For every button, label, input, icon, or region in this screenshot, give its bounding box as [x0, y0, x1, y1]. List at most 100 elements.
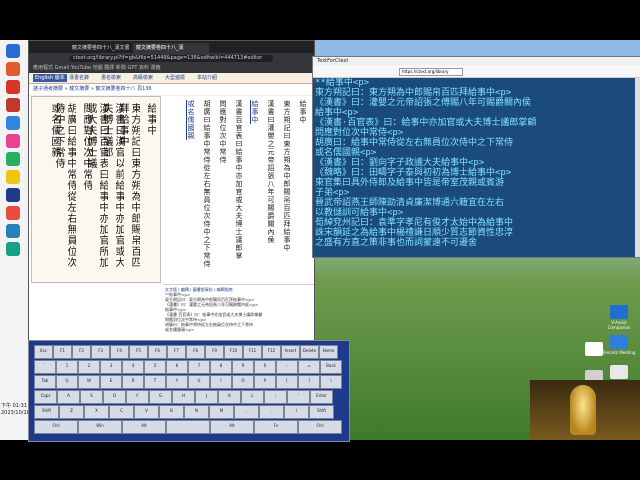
site-nav-item[interactable]: 書名檢索 [101, 74, 121, 82]
chrome-icon[interactable] [6, 152, 20, 166]
keyboard-key[interactable]: Back [320, 360, 342, 374]
keyboard-key[interactable]: W [78, 375, 100, 389]
breadcrumb-text[interactable]: 諸子通考摘要 » 龍文摘要 » 龍文摘要卷四十八 頁136 [33, 86, 152, 92]
keyboard-key[interactable]: S [80, 390, 103, 404]
keyboard-key[interactable]: E [100, 375, 122, 389]
keyboard-key[interactable]: Y [166, 375, 188, 389]
keyboard-key[interactable]: Z [59, 405, 84, 419]
keyboard-key[interactable]: F8 [186, 345, 205, 359]
keyboard-key[interactable]: ; [264, 390, 287, 404]
keyboard-key[interactable]: Enter [310, 390, 333, 404]
keyboard-key[interactable]: . [259, 405, 284, 419]
keyboard-key[interactable]: K [218, 390, 241, 404]
keyboard-key[interactable]: F9 [205, 345, 224, 359]
keyboard-key[interactable]: C [109, 405, 134, 419]
keyboard-key[interactable]: T [144, 375, 166, 389]
keyboard-key[interactable]: L [241, 390, 264, 404]
keyboard-key[interactable]: U [188, 375, 210, 389]
app-icon[interactable] [6, 62, 20, 76]
keyboard-key[interactable]: Fn [254, 420, 298, 434]
editor-line[interactable]: 子弟<p> [315, 188, 637, 198]
app-icon[interactable] [6, 116, 20, 130]
keyboard-key[interactable]: 2 [78, 360, 100, 374]
keyboard-key[interactable]: Ctrl [34, 420, 78, 434]
keyboard-key[interactable]: \ [320, 375, 342, 389]
keyboard-key[interactable]: ' [287, 390, 310, 404]
keyboard-key[interactable]: Home [319, 345, 338, 359]
keyboard-key[interactable]: 9 [232, 360, 254, 374]
editor-line[interactable]: 《漢書》曰：灌嬰之元帝詔張之傅賜八年可賜爵關內侯 [315, 98, 637, 108]
keyboard-key[interactable]: Insert [281, 345, 300, 359]
keyboard-key[interactable]: F6 [148, 345, 167, 359]
keyboard-key[interactable]: H [172, 390, 195, 404]
keyboard-key[interactable]: / [284, 405, 309, 419]
keyboard-key[interactable]: F5 [129, 345, 148, 359]
keyboard-key[interactable]: Alt [210, 420, 254, 434]
app-icon[interactable] [6, 188, 20, 202]
editor-line[interactable]: **給事中<p> [315, 78, 637, 88]
keyboard-key[interactable]: V [134, 405, 159, 419]
keyboard-key[interactable]: G [149, 390, 172, 404]
start-icon[interactable] [6, 44, 20, 58]
keyboard-key[interactable]: 8 [210, 360, 232, 374]
keyboard-key[interactable]: X [84, 405, 109, 419]
desktop-icon-label[interactable]: Tencent Meeting [602, 350, 636, 355]
editor-line[interactable]: 問應對位次中常侍<p> [315, 128, 637, 138]
keyboard-key[interactable]: F2 [72, 345, 91, 359]
keyboard-key[interactable]: Tab [34, 375, 56, 389]
keyboard-key[interactable]: Esc [34, 345, 53, 359]
keyboard-key[interactable]: P [254, 375, 276, 389]
app-icon[interactable] [6, 134, 20, 148]
keyboard-key[interactable]: 3 [100, 360, 122, 374]
keyboard-key[interactable]: [ [276, 375, 298, 389]
address-bar[interactable]: ctext.org/library.pl?if=gb&file=51449&pa… [69, 55, 273, 62]
app-icon[interactable] [6, 224, 20, 238]
editor-line[interactable]: 荀綽兗州記曰：袁準字孝尼有俊才太始中為給事中 [315, 218, 637, 228]
editor-line[interactable]: 給事中<p> [315, 108, 637, 118]
site-nav-english[interactable]: English 版本 [33, 74, 67, 82]
transcript-column[interactable]: 或名儒國親 [186, 100, 195, 275]
keyboard-key[interactable]: F1 [53, 345, 72, 359]
editor-textarea[interactable]: **給事中<p> 東方朔記曰：東方朔為中郎賜帛百匹拜給事中<p> 《漢書》曰：灌嬰之… [313, 78, 637, 257]
editor-line[interactable]: 《漢書》曰：劉向字子政議大夫給事中<p> [315, 158, 637, 168]
keyboard-key[interactable] [166, 420, 210, 434]
folder-icon[interactable] [6, 170, 20, 184]
clock-date[interactable]: 2023/10/18 [1, 410, 30, 416]
keyboard-key[interactable]: J [195, 390, 218, 404]
keyboard-key[interactable]: I [210, 375, 232, 389]
keyboard-key[interactable]: ] [298, 375, 320, 389]
transcript-column[interactable]: 給事中 [250, 100, 259, 275]
keyboard-key[interactable]: F11 [243, 345, 262, 359]
keyboard-key[interactable]: 1 [56, 360, 78, 374]
site-nav-item[interactable]: 高級檢索 [133, 74, 153, 82]
keyboard-key[interactable]: Shift [34, 405, 59, 419]
paint-icon[interactable] [610, 365, 628, 379]
editor-line[interactable]: 《漢書·百官表》曰：給事中亦加官或大夫博士議郎掌顧 [315, 118, 637, 128]
clock-time[interactable]: 下午 01:31 [1, 402, 27, 409]
keyboard-key[interactable]: 0 [254, 360, 276, 374]
site-nav-item[interactable]: 大型遍檢 [165, 74, 185, 82]
keyboard-key[interactable]: Delete [300, 345, 319, 359]
app-icon[interactable] [6, 98, 20, 112]
keyboard-key[interactable]: Caps [34, 390, 57, 404]
keyboard-key[interactable]: F4 [110, 345, 129, 359]
app-icon[interactable] [6, 242, 20, 256]
editor-line[interactable]: 以教儲訓可給事中<p> [315, 208, 637, 218]
keyboard-key[interactable]: O [232, 375, 254, 389]
app-icon[interactable] [6, 80, 20, 94]
keyboard-key[interactable]: F7 [167, 345, 186, 359]
keyboard-key[interactable]: 5 [144, 360, 166, 374]
editor-line[interactable]: 胡廣曰：給事中常侍從左右無員位次侍中之下常侍 [315, 138, 637, 148]
editor-line[interactable]: 誅宋韻延之為給事中楊禮謙日順少質志節資性忠淳 [315, 228, 637, 238]
browser-tab-active[interactable]: 龍文摘要卷四十八_漢 [133, 43, 209, 53]
editor-line[interactable]: 東方朔記曰：東方朔為中郎賜帛百匹拜給事中<p> [315, 88, 637, 98]
browser-tab[interactable]: 龍文摘要卷四十八_漢文書 [69, 43, 131, 53]
editor-line[interactable]: 東官集曰具外侍郎及給事中皆是帝室茂親或賓游 [315, 178, 637, 188]
desktop-icon-label[interactable]: V-Assist Companion [602, 320, 636, 330]
keyboard-key[interactable]: F [126, 390, 149, 404]
keyboard-key[interactable]: F10 [224, 345, 243, 359]
keyboard-key[interactable]: B [159, 405, 184, 419]
app-icon[interactable] [6, 206, 20, 220]
keyboard-key[interactable]: Alt [122, 420, 166, 434]
site-nav-item[interactable]: 漢書名錄 [69, 74, 89, 82]
